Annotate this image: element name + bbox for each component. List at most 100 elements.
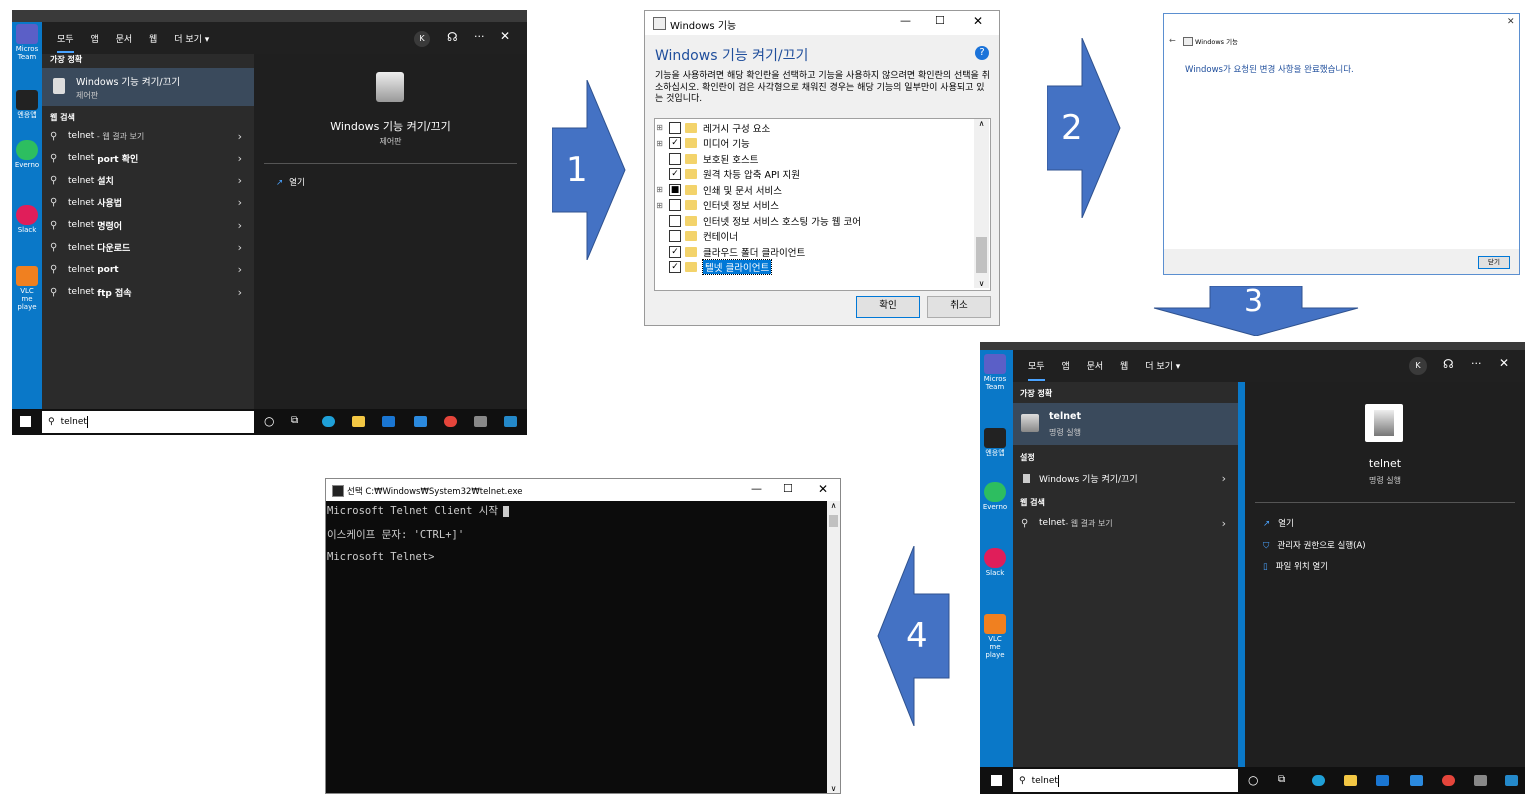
edge-icon[interactable] (322, 416, 335, 427)
web-result-item[interactable]: ⚲ telnet port › (42, 259, 254, 281)
maximize-icon[interactable]: ☐ (783, 482, 793, 495)
avatar[interactable]: K (414, 31, 430, 47)
chrome-icon[interactable] (1442, 775, 1455, 786)
feature-checkbox[interactable]: ✓ (669, 245, 681, 258)
minimize-icon[interactable]: — (751, 482, 762, 495)
edge-icon[interactable] (1312, 775, 1325, 786)
mail-icon[interactable] (1376, 775, 1389, 786)
desktop-icon-teams[interactable]: Micros Team (14, 24, 40, 61)
tab-all[interactable]: 모두 (57, 32, 74, 53)
ok-button[interactable]: 확인 (856, 296, 920, 318)
web-result-item[interactable]: ⚲ telnet 사용법 › (42, 192, 254, 214)
close-icon[interactable]: ✕ (973, 14, 983, 28)
web-result-item[interactable]: ⚲ telnet - 웹 결과 보기 › (42, 125, 254, 147)
vscode-icon[interactable] (504, 416, 517, 427)
feature-item[interactable]: ⊞ 레거시 구성 요소 (655, 120, 770, 135)
feature-checkbox[interactable] (669, 230, 681, 242)
desktop-icon-evernote[interactable]: Everno (14, 140, 40, 169)
action-open-file-location[interactable]: ▯ 파일 위치 열기 (1263, 560, 1328, 572)
scroll-down-icon[interactable]: ∨ (974, 279, 989, 288)
desktop-icon-teams[interactable]: Micros Team (982, 354, 1008, 391)
action-open[interactable]: ↗ 열기 (1263, 517, 1294, 529)
feature-checkbox[interactable]: ✓ (669, 168, 681, 180)
tab-web[interactable]: 웹 (149, 32, 157, 45)
expand-icon[interactable]: ⊞ (655, 201, 664, 210)
feature-checkbox[interactable]: ✓ (669, 137, 681, 149)
taskbar-search-box[interactable]: ⚲ telnet (42, 411, 254, 433)
feedback-icon[interactable]: ☊ (1443, 357, 1454, 371)
scroll-up-icon[interactable]: ∧ (974, 119, 989, 128)
open-action[interactable]: ↗ 열기 (276, 176, 305, 188)
web-result-item[interactable]: ⚲ telnet port 확인 › (42, 147, 254, 169)
close-icon[interactable]: ✕ (818, 482, 828, 496)
desktop-icon-app[interactable]: 엔응앱 (14, 90, 40, 119)
help-icon[interactable]: ? (975, 46, 989, 60)
more-options-icon[interactable]: ··· (1471, 357, 1482, 370)
feature-checkbox[interactable] (669, 199, 681, 211)
start-icon[interactable] (20, 416, 31, 427)
web-result-item[interactable]: ⚲ telnet 다운로드 › (42, 237, 254, 259)
close-icon[interactable]: ✕ (1507, 17, 1515, 27)
feature-item[interactable]: ✓ 원격 차등 압축 API 지원 (655, 167, 800, 182)
search-input[interactable]: telnet (61, 417, 87, 427)
best-match-item[interactable]: telnet 명령 실행 (1013, 403, 1238, 445)
settings-item-windows-features[interactable]: Windows 기능 켜기/끄기 › (1013, 467, 1238, 489)
desktop-icon-vlc[interactable]: VLC me playe (982, 614, 1008, 659)
mail-icon[interactable] (382, 416, 395, 427)
vscode-icon[interactable] (1505, 775, 1518, 786)
chrome-icon[interactable] (444, 416, 457, 427)
close-icon[interactable]: ✕ (500, 29, 510, 43)
feature-item[interactable]: ⊞ ✓ 미디어 기능 (655, 136, 750, 151)
desktop-icon-slack[interactable]: Slack (14, 205, 40, 234)
tab-more[interactable]: 더 보기 ▾ (1145, 359, 1180, 372)
feature-item[interactable]: 인터넷 정보 서비스 호스팅 가능 웹 코어 (655, 213, 861, 228)
close-icon[interactable]: ✕ (1499, 356, 1509, 370)
explorer-icon[interactable] (1344, 775, 1357, 786)
feature-checkbox[interactable] (669, 152, 681, 165)
taskbar-search-box[interactable]: ⚲ telnet (1013, 769, 1238, 792)
minimize-icon[interactable]: — (900, 14, 911, 27)
web-result-item[interactable]: ⚲ telnet - 웹 결과 보기 › (1013, 512, 1238, 534)
tab-apps[interactable]: 앱 (90, 32, 98, 45)
cortana-icon[interactable]: ○ (1248, 773, 1258, 787)
list-scrollbar[interactable]: ∧ ∨ (974, 119, 989, 288)
console-output[interactable]: Microsoft Telnet Client 시작 이스케이프 문자: 'CT… (326, 501, 827, 793)
web-result-item[interactable]: ⚲ telnet ftp 접속 › (42, 281, 254, 303)
feature-item[interactable]: ⊞ 인터넷 정보 서비스 (655, 198, 779, 213)
start-icon[interactable] (991, 775, 1002, 786)
best-match-item[interactable]: Windows 기능 켜기/끄기 제어판 (42, 68, 254, 106)
desktop-icon-evernote[interactable]: Everno (982, 482, 1008, 511)
desktop-icon-app[interactable]: 엔응앱 (982, 428, 1008, 457)
store-icon[interactable] (414, 416, 427, 427)
feature-checkbox[interactable] (669, 214, 681, 227)
web-result-item[interactable]: ⚲ telnet 설치 › (42, 170, 254, 192)
feature-item[interactable]: 컨테이너 (655, 229, 738, 244)
scroll-thumb[interactable] (976, 237, 987, 273)
scroll-up-icon[interactable]: ∧ (827, 501, 840, 510)
close-button[interactable]: 닫기 (1478, 256, 1510, 269)
feature-checkbox[interactable]: ■ (669, 183, 681, 196)
feature-checkbox[interactable] (669, 121, 681, 134)
feature-item[interactable]: 보호된 호스트 (655, 151, 758, 166)
expand-icon[interactable]: ⊞ (655, 139, 664, 148)
search-input[interactable]: telnet (1032, 776, 1058, 786)
explorer-icon[interactable] (352, 416, 365, 427)
feature-item[interactable]: ✓ 클라우드 폴더 클라이언트 (655, 244, 805, 259)
desktop-icon-slack[interactable]: Slack (982, 548, 1008, 577)
tab-documents[interactable]: 문서 (116, 32, 133, 45)
scroll-thumb[interactable] (829, 515, 838, 527)
web-result-item[interactable]: ⚲ telnet 명령어 › (42, 214, 254, 236)
feature-item[interactable]: ⊞ ■ 인쇄 및 문서 서비스 (655, 182, 782, 197)
action-run-as-admin[interactable]: ⛉ 관리자 권한으로 실행(A) (1263, 539, 1366, 551)
desktop-icon-vlc[interactable]: VLC me playe (14, 266, 40, 311)
tab-more[interactable]: 더 보기 ▾ (174, 32, 209, 45)
task-view-icon[interactable]: ⧉ (1278, 774, 1285, 785)
back-icon[interactable]: ← (1169, 36, 1176, 45)
more-options-icon[interactable]: ··· (474, 30, 485, 43)
tab-web[interactable]: 웹 (1120, 359, 1128, 372)
app-icon[interactable] (474, 416, 487, 427)
feedback-icon[interactable]: ☊ (447, 30, 458, 44)
tab-all[interactable]: 모두 (1028, 359, 1045, 381)
expand-icon[interactable]: ⊞ (655, 185, 664, 194)
cancel-button[interactable]: 취소 (927, 296, 991, 318)
